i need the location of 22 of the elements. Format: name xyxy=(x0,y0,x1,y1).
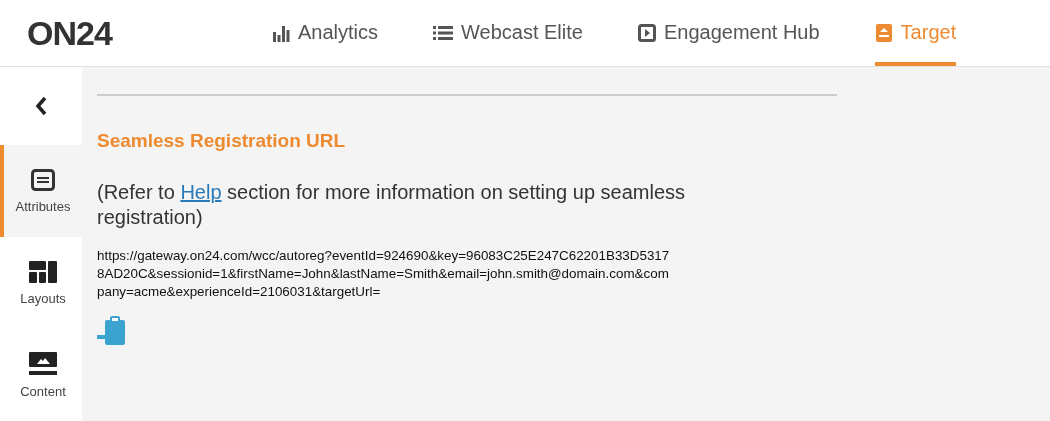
play-square-icon xyxy=(637,23,656,42)
help-link[interactable]: Help xyxy=(180,181,222,203)
sidebar-item[interactable]: Attributes xyxy=(0,145,82,238)
sidebar-item-label: Content xyxy=(20,383,66,399)
sidebar-item-label: Layouts xyxy=(20,290,66,306)
nav-tab[interactable]: Engagement Hub xyxy=(637,0,820,66)
nav-tab[interactable]: Webcast Elite xyxy=(433,0,583,66)
list-icon xyxy=(433,24,454,41)
logo: ON24 xyxy=(27,13,114,53)
sidebar-item[interactable]: Content xyxy=(0,329,82,421)
sidebar-item[interactable]: Layouts xyxy=(0,237,82,330)
layout-grid-icon xyxy=(29,260,57,283)
chevron-left-icon[interactable] xyxy=(35,96,47,117)
sidebar-item-label: Attributes xyxy=(15,198,71,214)
url-text: https://gateway.on24.com/wcc/autoreg?eventId=924690&key=96083C25E247C62201B33D5317 8AD20C&sessionid=1&firstName=John&lastName=Smith&email=john.smith@domain.com&com pany=acme&experienceId=2106031&targetUrl= xyxy=(97,247,671,301)
bar-chart-icon xyxy=(272,23,290,42)
help-note: (Refer to Help section for more information on setting up seamless registration) xyxy=(97,180,687,230)
form-icon xyxy=(31,168,55,191)
section-title: Seamless Registration URL xyxy=(97,130,347,152)
nav-tab[interactable]: Analytics xyxy=(272,0,379,66)
tray-icon xyxy=(874,22,893,43)
image-icon xyxy=(29,351,57,376)
